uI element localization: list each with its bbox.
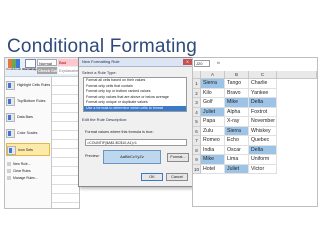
conditional-formatting-label: Conditional Formatting [6,67,37,71]
menu-item-color-scales[interactable]: Color Scales [6,127,50,140]
cell[interactable]: Zulu [201,126,225,136]
cell[interactable]: Lima [225,155,249,165]
highlight-cells-icon [6,80,15,90]
cell-duplicate[interactable]: Delta [249,98,277,108]
format-as-table-button[interactable]: Format as Table [23,59,45,75]
formula-input[interactable]: =COUNTIF($A$1:$C$10,A1)>1 [85,139,187,146]
row-header[interactable]: 9 [193,155,201,165]
column-header-empty[interactable] [277,71,317,79]
conditional-formatting-menu-screenshot: Conditional Formatting Format as Table N… [4,57,80,209]
row-header[interactable]: 10 [193,164,201,174]
rule-type-item-selected[interactable]: Use a formula to determine which cells t… [84,105,186,111]
slide-title: Conditional Formating [7,36,198,57]
cancel-button[interactable]: Cancel [166,173,188,181]
fx-icon: fx [217,60,221,65]
cell-duplicate[interactable]: Sierra [201,79,225,89]
style-explanatory[interactable]: Explanatory... [58,67,78,74]
data-bars-icon [6,112,15,122]
cell[interactable]: Papa [201,117,225,127]
rule-type-list[interactable]: Format all cells based on their values F… [83,77,187,112]
row-header[interactable]: 8 [193,145,201,155]
cell[interactable]: Yankee [249,88,277,98]
row-header[interactable]: 4 [193,107,201,117]
ok-button[interactable]: OK [141,173,163,181]
formula-label: Format values where this formula is true… [85,130,154,134]
menu-item-top-bottom-rules[interactable]: Top/Bottom Rules [6,95,50,108]
cell[interactable]: Victor [249,164,277,174]
cell-styles-gallery[interactable]: Normal Bad Check Cell Explanatory... [37,59,79,75]
menu-item-data-bars[interactable]: Data Bars [6,111,50,124]
row-header[interactable]: 3 [193,98,201,108]
cell[interactable]: Bravo [225,88,249,98]
row-header[interactable]: 2 [193,88,201,98]
preview-label: Preview: [85,154,100,158]
close-icon[interactable]: X [183,59,192,65]
cell[interactable]: Echo [225,136,249,146]
name-box[interactable]: J20 [194,60,210,67]
style-normal[interactable]: Normal [37,59,57,66]
menu-item-icon-sets[interactable]: Icon Sets [6,143,50,156]
rule-type-heading: Select a Rule Type: [82,70,117,75]
cell-duplicate[interactable]: Sierra [225,126,249,136]
cell-duplicate[interactable]: Juliet [201,107,225,117]
cell[interactable]: Hotel [201,164,225,174]
menu-item-highlight-cells-rules[interactable]: Highlight Cells Rules [6,79,50,92]
dialog-title-bar: New Formatting Rule X [79,58,193,67]
new-rule-icon [7,162,11,167]
cell[interactable]: Whiskey [249,126,277,136]
cell[interactable]: Alpha [225,107,249,117]
cell-duplicate[interactable]: Delta [249,145,277,155]
cell-duplicate[interactable]: Mike [201,155,225,165]
new-formatting-rule-dialog: New Formatting Rule X Select a Rule Type… [78,57,194,187]
row-header[interactable]: 6 [193,126,201,136]
cell[interactable]: Kilo [201,88,225,98]
cell[interactable]: Uniform [249,155,277,165]
edit-rule-heading: Edit the Rule Description: [82,117,128,122]
background-worksheet [52,77,79,208]
conditional-formatting-dropdown: Highlight Cells Rules Top/Bottom Rules D… [5,77,52,208]
menu-item-clear-rules[interactable]: Clear Rules [7,168,49,174]
cell[interactable]: Golf [201,98,225,108]
cell[interactable]: India [201,145,225,155]
cell[interactable]: Foxtrot [249,107,277,117]
cell[interactable]: Oscar [225,145,249,155]
ribbon: Conditional Formatting Format as Table N… [5,58,79,77]
cell[interactable]: X-ray [225,117,249,127]
column-header[interactable]: C [249,71,277,79]
dialog-title: New Formatting Rule [82,59,120,64]
cell-duplicate[interactable]: Juliet [225,164,249,174]
format-as-table-label: Format as Table [23,67,45,71]
style-bad[interactable]: Bad [58,59,78,66]
cell[interactable]: Quebec [249,136,277,146]
format-preview: AaBbCcYyZz [103,150,161,164]
row-header[interactable]: 5 [193,117,201,127]
conditional-formatting-button[interactable]: Conditional Formatting [6,59,37,75]
cell-duplicate[interactable]: Mike [225,98,249,108]
worksheet: J20 fx A B C 1 Sierra Tango Charlie 2 Ki… [192,57,318,207]
menu-item-manage-rules[interactable]: Manage Rules... [7,175,49,181]
cell[interactable]: November [249,117,277,127]
cell[interactable]: Tango [225,79,249,89]
top-bottom-icon [6,96,15,106]
menu-item-new-rule[interactable]: New Rule... [7,161,49,167]
column-header[interactable]: A [201,71,225,79]
color-scales-icon [6,128,15,138]
icon-sets-icon [7,145,16,155]
select-all-corner[interactable] [193,71,201,79]
style-check-cell[interactable]: Check Cell [37,67,57,74]
row-header[interactable]: 1 [193,79,201,89]
row-header[interactable]: 7 [193,136,201,146]
format-button[interactable]: Format... [167,153,189,162]
manage-rules-icon [7,176,11,181]
cell[interactable]: Charlie [249,79,277,89]
cell[interactable]: Romeo [201,136,225,146]
clear-rules-icon [7,169,11,174]
column-header[interactable]: B [225,71,249,79]
